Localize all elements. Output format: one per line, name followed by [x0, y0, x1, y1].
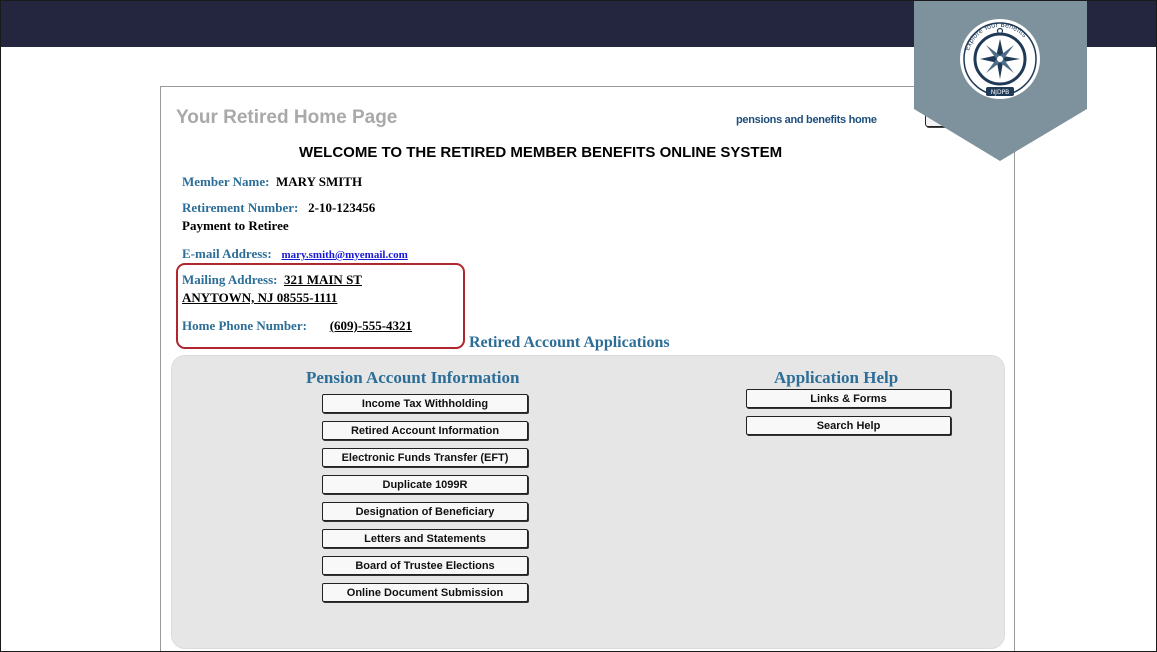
welcome-heading: WELCOME TO THE RETIRED MEMBER BENEFITS O…	[299, 144, 783, 161]
email-row: E-mail Address: mary.smith@myemail.com	[182, 246, 408, 262]
home-phone-area-code: (609)	[329, 318, 358, 333]
page-title: Your Retired Home Page	[176, 107, 398, 128]
home-phone-label: Home Phone Number:	[182, 318, 307, 333]
member-name-row: Member Name: MARY SMITH	[182, 174, 362, 190]
letters-and-statements-button[interactable]: Letters and Statements	[322, 529, 528, 548]
mailing-address-label: Mailing Address:	[182, 272, 278, 287]
address-line2: ANYTOWN, NJ 08555-1111	[182, 290, 338, 305]
retirement-number-label: Retirement Number:	[182, 200, 299, 215]
electronic-funds-transfer-button[interactable]: Electronic Funds Transfer (EFT)	[322, 448, 528, 467]
income-tax-withholding-button[interactable]: Income Tax Withholding	[322, 394, 528, 413]
retired-account-applications-heading: Retired Account Applications	[469, 334, 670, 351]
designation-of-beneficiary-button[interactable]: Designation of Beneficiary	[322, 502, 528, 521]
member-name-label: Member Name:	[182, 174, 270, 189]
email-label: E-mail Address:	[182, 246, 272, 261]
home-phone-number: -555-4321	[357, 318, 413, 333]
badge-org-label: NJDPB	[991, 89, 1010, 96]
retirement-number-row: Retirement Number: 2-10-123456	[182, 200, 375, 216]
home-phone-row: Home Phone Number: (609)-555-4321	[182, 318, 412, 334]
retired-home-page: Your Retired Home Page pensions and bene…	[160, 86, 1015, 651]
search-help-button[interactable]: Search Help	[746, 416, 951, 435]
links-and-forms-button[interactable]: Links & Forms	[746, 389, 951, 408]
mailing-address-row: Mailing Address: 321 MAIN ST	[182, 272, 362, 288]
email-link[interactable]: mary.smith@myemail.com	[281, 249, 407, 261]
explore-your-benefits-badge: Explore Your Benefits NJDPB	[914, 1, 1087, 161]
pensions-benefits-home-link[interactable]: pensions and benefits home	[736, 114, 877, 126]
address-line1: 321 MAIN ST	[283, 272, 362, 287]
payment-note: Payment to Retiree	[182, 218, 289, 233]
application-help-heading: Application Help	[774, 368, 899, 387]
slide: Your Retired Home Page pensions and bene…	[0, 0, 1157, 652]
online-document-submission-button[interactable]: Online Document Submission	[322, 583, 528, 602]
pension-account-information-heading: Pension Account Information	[306, 368, 520, 387]
member-name-value: MARY SMITH	[275, 174, 363, 189]
board-of-trustee-elections-button[interactable]: Board of Trustee Elections	[322, 556, 528, 575]
retired-account-information-button[interactable]: Retired Account Information	[322, 421, 528, 440]
applications-panel: Pension Account Information Application …	[171, 355, 1005, 649]
duplicate-1099r-button[interactable]: Duplicate 1099R	[322, 475, 528, 494]
retirement-number-value: 2-10-123456	[308, 200, 376, 215]
